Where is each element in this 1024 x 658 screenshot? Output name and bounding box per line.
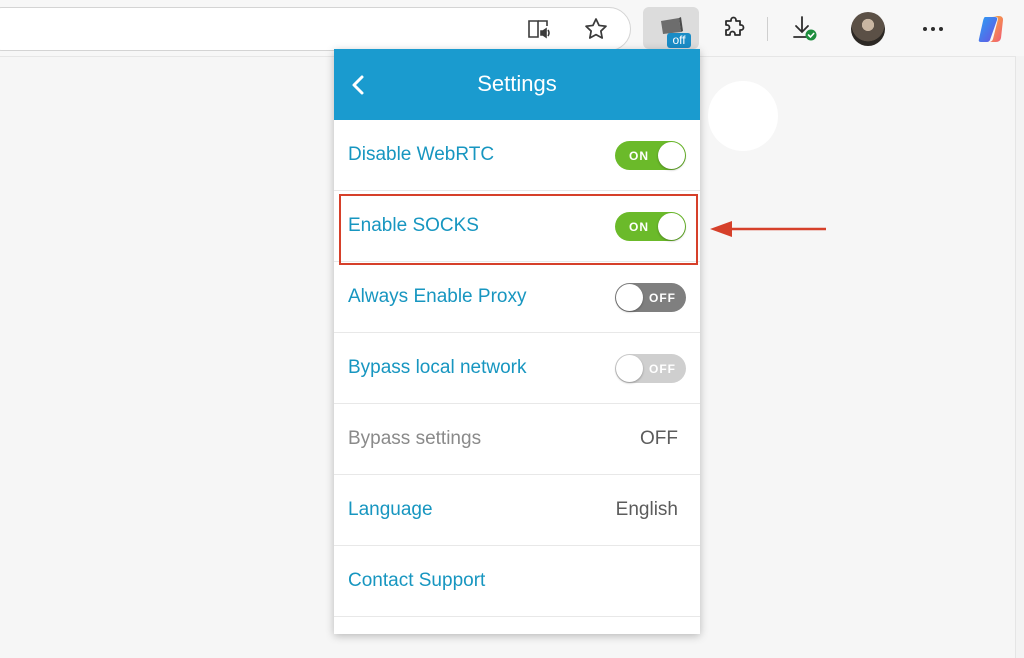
setting-label: Always Enable Proxy: [348, 286, 527, 307]
bypass-local-network-toggle[interactable]: OFF: [615, 354, 686, 383]
toggle-knob: [616, 355, 643, 382]
setting-row-always-enable-proxy: Always Enable Proxy OFF: [334, 262, 700, 333]
popup-title: Settings: [477, 71, 557, 96]
setting-label: Disable WebRTC: [348, 144, 495, 165]
browser-toolbar: off: [0, 0, 1024, 56]
language-value: English: [615, 499, 678, 520]
toggle-knob: [658, 213, 685, 240]
toggle-state-text: ON: [629, 149, 649, 163]
toggle-knob: [658, 142, 685, 169]
setting-row-contact-support[interactable]: Contact Support: [334, 546, 700, 617]
always-enable-proxy-toggle[interactable]: OFF: [615, 283, 686, 312]
page-decoration: [708, 81, 778, 151]
toggle-state-text: OFF: [649, 291, 676, 305]
toggle-state-text: OFF: [649, 362, 676, 376]
setting-row-enable-socks: Enable SOCKS ON: [334, 191, 700, 262]
profile-avatar[interactable]: [851, 12, 885, 46]
downloads-icon[interactable]: [787, 11, 821, 45]
setting-label: Enable SOCKS: [348, 215, 479, 236]
setting-label: Bypass settings: [348, 428, 482, 449]
toggle-state-text: ON: [629, 220, 649, 234]
toggle-knob: [616, 284, 643, 311]
extensions-puzzle-icon[interactable]: [719, 13, 749, 43]
setting-row-bypass-settings: Bypass settings OFF: [334, 404, 700, 475]
popup-header: Settings: [334, 49, 700, 120]
extension-status-badge: off: [667, 33, 691, 48]
reader-view-icon[interactable]: [524, 14, 556, 44]
annotation-arrow-icon: [710, 221, 826, 237]
disable-webrtc-toggle[interactable]: ON: [615, 141, 686, 170]
more-options-icon[interactable]: [916, 14, 950, 44]
setting-row-disable-webrtc: Disable WebRTC ON: [334, 120, 700, 191]
extension-settings-popup: Settings Disable WebRTC ON Enable SOCKS …: [334, 49, 700, 634]
copilot-icon[interactable]: [975, 12, 1009, 46]
toolbar-divider: [767, 17, 768, 41]
enable-socks-toggle[interactable]: ON: [615, 212, 686, 241]
favorite-star-icon[interactable]: [580, 13, 612, 45]
setting-label: Language: [348, 499, 433, 520]
bypass-settings-value: OFF: [640, 428, 678, 449]
setting-label: Bypass local network: [348, 357, 527, 378]
contact-support-link[interactable]: Contact Support: [348, 570, 485, 592]
setting-row-bypass-local-network: Bypass local network OFF: [334, 333, 700, 404]
setting-row-language[interactable]: Language English: [334, 475, 700, 546]
